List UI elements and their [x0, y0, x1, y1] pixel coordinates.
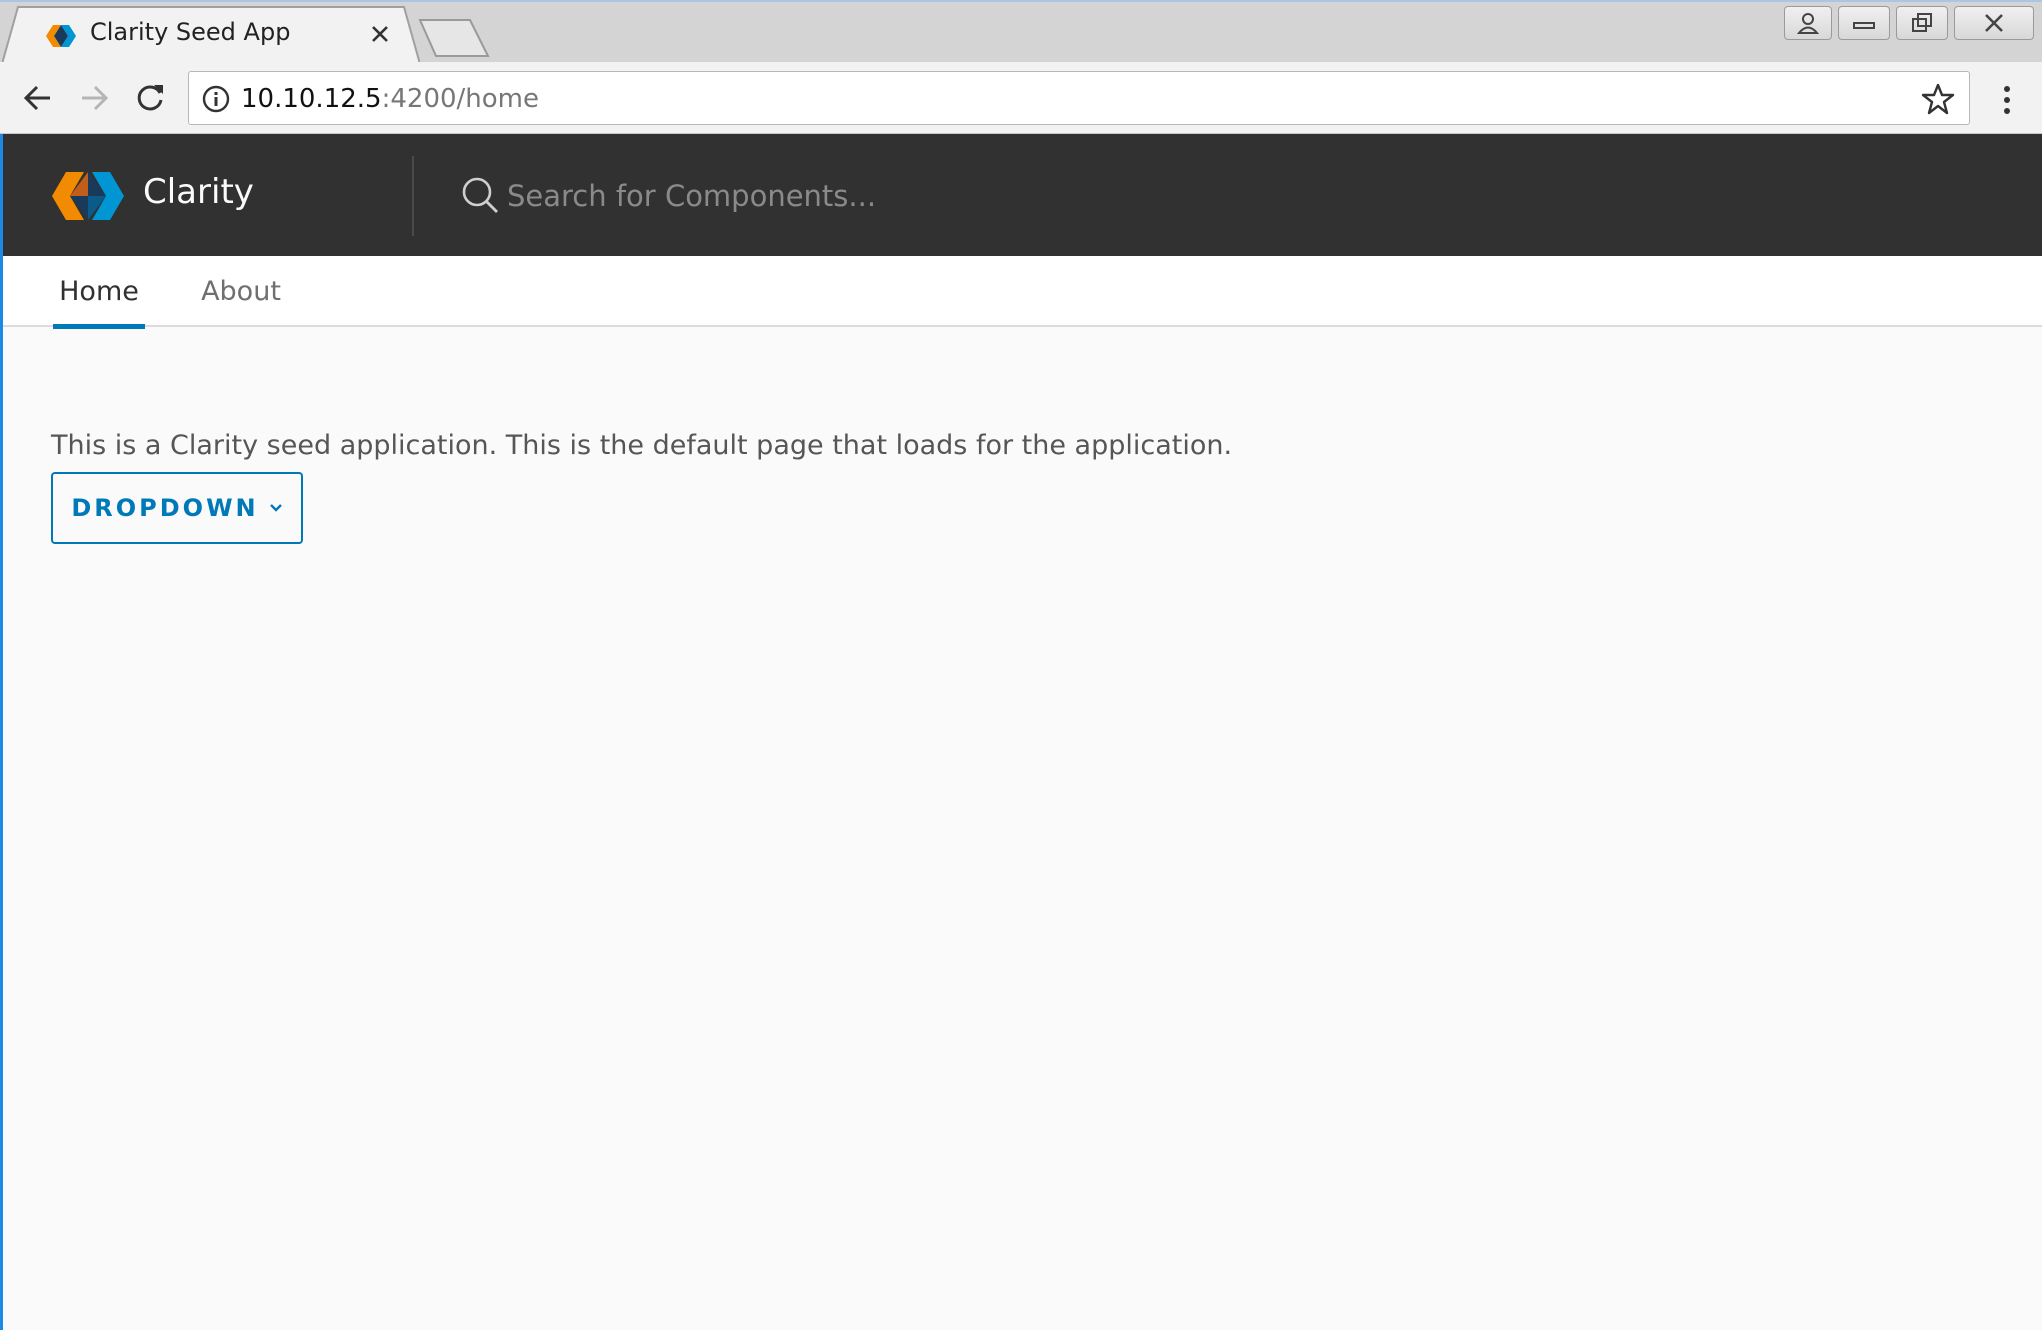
kebab-menu-icon[interactable]	[1992, 80, 2022, 120]
chevron-down-icon	[269, 504, 282, 512]
clarity-logo-icon	[46, 25, 76, 47]
forward-arrow-icon[interactable]	[74, 78, 114, 118]
subnav: Home About	[3, 256, 2042, 329]
restore-icon[interactable]	[1896, 6, 1948, 40]
dropdown-label: DROPDOWN	[71, 494, 259, 522]
search-icon	[462, 177, 498, 213]
browser-toolbar: 10.10.12.5:4200/home	[0, 62, 2042, 134]
window-controls	[1784, 6, 2034, 42]
bookmark-star-icon[interactable]	[1921, 82, 1955, 116]
url-host: 10.10.12.5	[241, 84, 382, 114]
close-window-icon[interactable]	[1954, 6, 2034, 40]
tab-about[interactable]: About	[195, 256, 287, 327]
new-tab-button[interactable]	[418, 18, 490, 58]
brand-title[interactable]: Clarity	[143, 172, 254, 212]
app-viewport: Clarity Home About This is a Clarity see…	[0, 134, 2042, 1330]
app-header: Clarity	[3, 134, 2042, 256]
tab-home[interactable]: Home	[53, 256, 145, 329]
minimize-icon[interactable]	[1838, 6, 1890, 40]
tab-title: Clarity Seed App	[90, 18, 291, 46]
user-profile-icon[interactable]	[1784, 6, 1832, 40]
address-bar[interactable]: 10.10.12.5:4200/home	[188, 71, 1970, 125]
clarity-logo-icon[interactable]	[50, 168, 126, 224]
url-text[interactable]: 10.10.12.5:4200/home	[241, 84, 539, 114]
browser-titlebar: Clarity Seed App	[0, 0, 2042, 64]
dropdown-button[interactable]: DROPDOWN	[51, 472, 303, 544]
back-arrow-icon[interactable]	[18, 78, 58, 118]
search-input[interactable]	[507, 170, 1147, 222]
reload-icon[interactable]	[130, 78, 170, 118]
info-icon[interactable]	[201, 84, 231, 114]
header-divider	[412, 156, 414, 236]
tab-close-icon[interactable]	[366, 20, 394, 48]
intro-text: This is a Clarity seed application. This…	[51, 430, 1233, 461]
url-path: :4200/home	[381, 84, 539, 114]
